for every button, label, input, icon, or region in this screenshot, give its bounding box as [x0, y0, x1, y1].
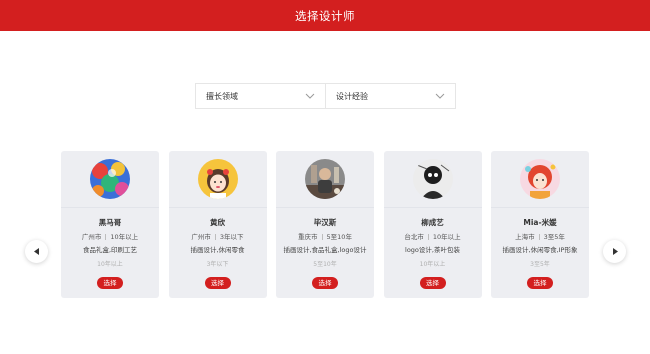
filter-experience-label: 设计经验 [336, 91, 368, 101]
designer-card[interactable]: Mia-米媛 上海市 3至5年 插画设计,休闲零食,IP形象 3至5年 选择 [491, 151, 589, 298]
designer-tags: 插画设计,休闲零食,IP形象 [502, 246, 578, 254]
character-illustration-avatar-icon [305, 159, 345, 199]
designer-carousel: 黑马哥 广州市 10年以上 食品礼盒,印刷工艺 10年以上 选择 黄欣 广州市 3年… [61, 151, 589, 298]
filter-expertise-dropdown[interactable]: 擅长领域 [196, 84, 325, 108]
designer-meta: 台北市 10年以上 [384, 231, 482, 241]
designer-meta: 重庆市 5至10年 [276, 231, 374, 241]
designer-tags: 插画设计,食品礼盒,logo设计 [283, 246, 367, 254]
designer-city: 广州市 [81, 233, 102, 241]
divider [276, 207, 374, 208]
avatar [520, 159, 560, 199]
designer-name: 毕汉斯 [313, 218, 337, 227]
chevron-down-icon [305, 93, 315, 99]
designer-city: 上海市 [515, 233, 535, 241]
carousel-next-button[interactable] [603, 240, 626, 263]
select-button[interactable]: 选择 [527, 277, 553, 289]
designer-tags: logo设计,茶叶包装 [405, 246, 460, 254]
designer-experience: 3至5年 [543, 233, 565, 241]
designer-city: 重庆市 [298, 233, 318, 241]
divider [491, 207, 589, 208]
designer-experience: 10年以上 [110, 233, 139, 241]
filter-expertise-label: 擅长领域 [206, 91, 238, 101]
designer-city: 台北市 [404, 233, 424, 241]
select-button[interactable]: 选择 [97, 277, 123, 289]
designer-name: Mia-米媛 [523, 218, 557, 227]
designer-experience-note: 3至5年 [530, 261, 550, 268]
designer-experience-note: 3年以下 [206, 261, 229, 268]
chevron-down-icon [435, 93, 445, 99]
avatar [90, 159, 130, 199]
avatar [197, 159, 238, 199]
page-header: 选择设计师 [0, 0, 650, 31]
filter-experience-dropdown[interactable]: 设计经验 [325, 84, 455, 108]
chevron-left-icon [33, 248, 39, 255]
designer-name: 柳成艺 [421, 218, 444, 227]
designer-experience: 5至10年 [326, 233, 352, 241]
designer-card[interactable]: 柳成艺 台北市 10年以上 logo设计,茶叶包装 10年以上 选择 [383, 151, 482, 298]
designer-meta: 广州市 10年以上 [61, 231, 159, 241]
red-hair-character-avatar-icon [520, 159, 560, 199]
designer-card[interactable]: 黑马哥 广州市 10年以上 食品礼盒,印刷工艺 10年以上 选择 [61, 151, 159, 298]
divider [61, 207, 159, 208]
designer-name: 黑马哥 [98, 218, 122, 227]
designer-tags: 插画设计,休闲零食 [190, 246, 245, 254]
colorful-illustration-avatar-icon [90, 159, 130, 199]
designer-city: 广州市 [191, 233, 211, 241]
designer-card[interactable]: 黄欣 广州市 3年以下 插画设计,休闲零食 3年以下 选择 [168, 151, 267, 298]
avatar [305, 159, 345, 199]
carousel-prev-button[interactable] [25, 240, 48, 263]
designer-meta: 上海市 3至5年 [491, 231, 589, 241]
cartoon-girl-avatar-icon [197, 159, 238, 199]
designer-experience-note: 10年以上 [419, 261, 446, 268]
designer-experience: 10年以上 [432, 233, 461, 241]
divider [168, 207, 267, 208]
avatar [412, 159, 453, 199]
designer-card[interactable]: 毕汉斯 重庆市 5至10年 插画设计,食品礼盒,logo设计 5至10年 选择 [276, 151, 374, 298]
designer-experience-note: 10年以上 [97, 261, 123, 268]
black-white-sketch-avatar-icon [412, 159, 453, 199]
designer-experience-note: 5至10年 [313, 261, 337, 268]
select-button[interactable]: 选择 [419, 277, 446, 289]
select-button[interactable]: 选择 [204, 277, 231, 289]
select-button[interactable]: 选择 [312, 277, 338, 289]
page-title: 选择设计师 [295, 8, 355, 23]
designer-name: 黄欣 [210, 218, 225, 227]
designer-meta: 广州市 3年以下 [169, 231, 267, 241]
designer-experience: 3年以下 [219, 233, 244, 241]
divider [383, 207, 482, 208]
chevron-right-icon [612, 248, 618, 255]
designer-tags: 食品礼盒,印刷工艺 [82, 246, 138, 254]
filter-bar: 擅长领域 设计经验 [195, 83, 456, 109]
